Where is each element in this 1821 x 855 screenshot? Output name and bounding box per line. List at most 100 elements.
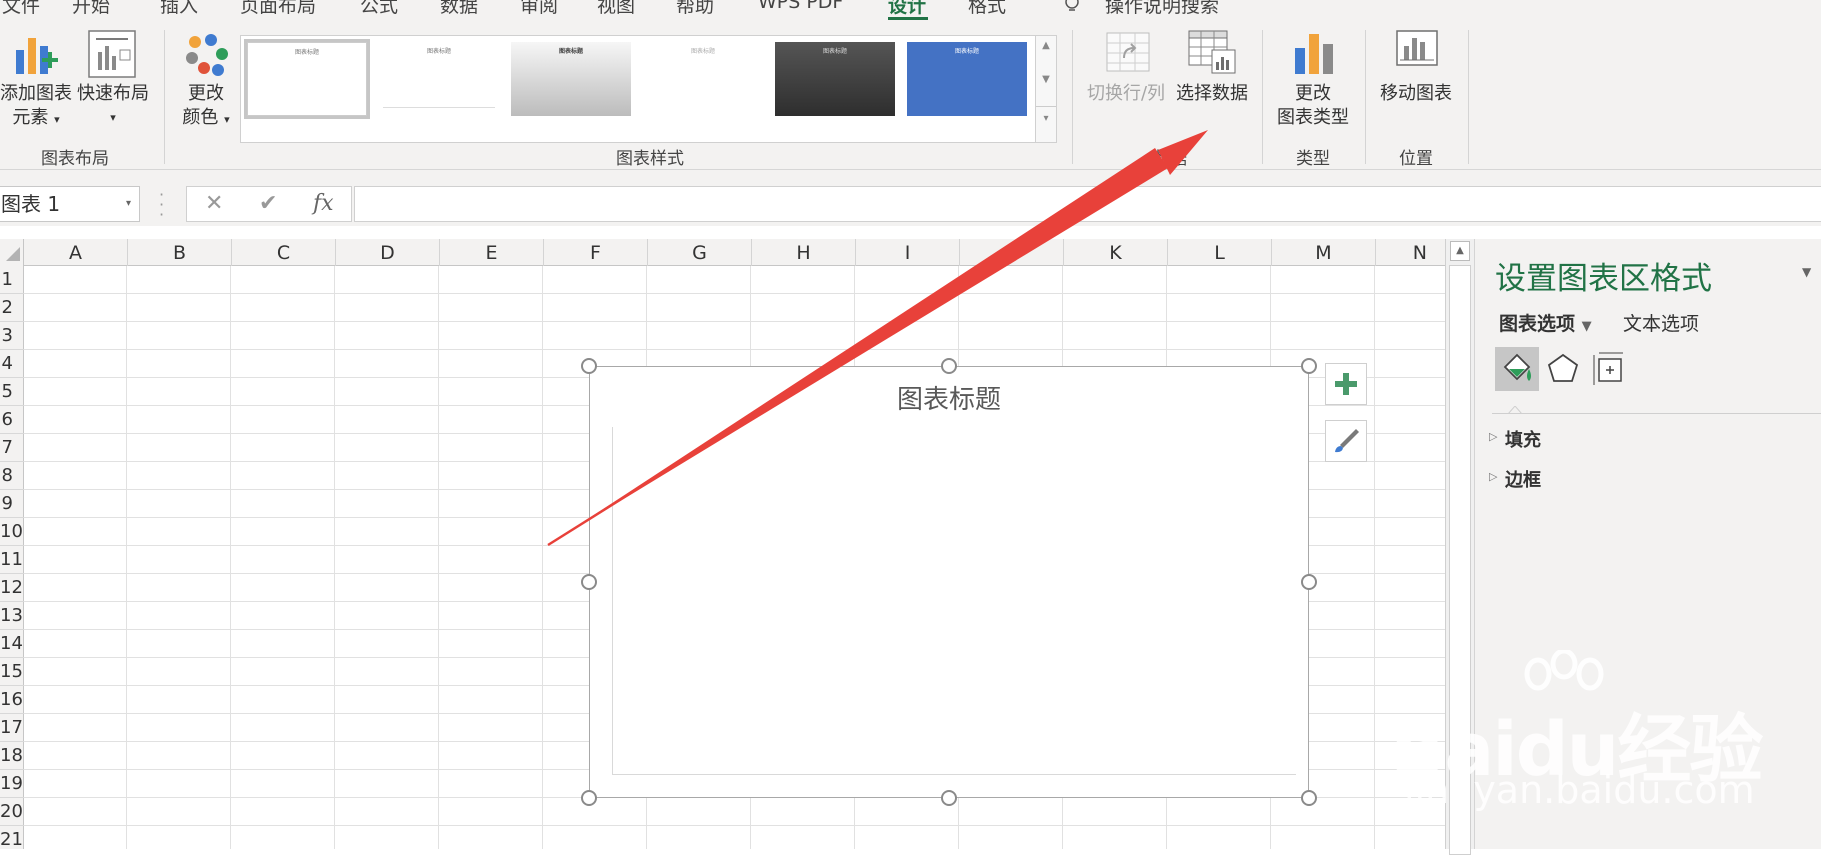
enter-icon[interactable]: ✔ [259,191,277,216]
insert-function-icon[interactable]: fx [313,191,334,216]
column-header-g[interactable]: G [648,239,752,266]
menu-help[interactable]: 帮助 [676,0,714,18]
row-header[interactable]: 3 [0,322,24,350]
change-chart-type-icon [1295,34,1333,74]
gallery-more-icon[interactable]: ▾ [1036,106,1056,124]
resize-handle-bottom-left[interactable] [581,790,597,806]
column-header-b[interactable]: B [128,239,232,266]
row-header[interactable]: 20 [0,798,24,826]
menu-view[interactable]: 视图 [597,0,635,18]
switch-row-column-button[interactable]: 切换行/列 [1082,22,1170,134]
menu-home[interactable]: 开始 [72,0,110,18]
select-data-button[interactable]: 选择数据 [1170,22,1254,134]
section-fill[interactable]: ▷ 填充 [1489,426,1541,452]
move-chart-button[interactable]: 移动图表 [1370,22,1462,134]
scroll-down-icon[interactable]: ▼ [1036,74,1056,85]
cancel-icon[interactable]: ✕ [205,191,223,216]
menu-formulas[interactable]: 公式 [360,0,398,18]
chart-style-6[interactable]: 图表标题 [907,42,1027,116]
row-header[interactable]: 2 [0,294,24,322]
fill-line-tab[interactable] [1495,347,1539,391]
tab-chart-options[interactable]: 图表选项 ▼ [1499,309,1592,336]
section-border[interactable]: ▷ 边框 [1489,466,1541,492]
chart-area[interactable]: 图表标题 [589,366,1309,798]
chart-title[interactable]: 图表标题 [590,379,1308,416]
row-header[interactable]: 17 [0,714,24,742]
row-header[interactable]: 11 [0,546,24,574]
tell-me-search[interactable]: 操作说明搜索 [1105,0,1219,18]
column-header-e[interactable]: E [440,239,544,266]
chart-style-3[interactable]: 图表标题 [511,42,631,116]
change-colors-button[interactable]: 更改 颜色 ▾ [176,22,236,134]
chart-elements-button[interactable] [1325,363,1367,405]
pane-options-chevron-icon[interactable]: ▼ [1802,265,1811,279]
chart-style-2[interactable]: 图表标题 [379,42,499,116]
change-chart-type-button[interactable]: 更改 图表类型 [1268,22,1358,134]
column-header-i[interactable]: I [856,239,960,266]
resize-handle-top[interactable] [941,358,957,374]
resize-handle-bottom[interactable] [941,790,957,806]
size-properties-tab[interactable] [1587,347,1631,391]
chart-style-5[interactable]: 图表标题 [775,42,895,116]
menu-design[interactable]: 设计 [888,0,926,18]
column-header-d[interactable]: D [336,239,440,266]
resize-handle-bottom-right[interactable] [1301,790,1317,806]
effects-tab[interactable] [1541,347,1585,391]
row-header[interactable]: 19 [0,770,24,798]
column-header-k[interactable]: K [1064,239,1168,266]
row-header[interactable]: 9 [0,490,24,518]
row-header[interactable]: 18 [0,742,24,770]
add-chart-element-button[interactable]: 添加图表 元素 ▾ [0,22,74,134]
select-data-label: 选择数据 [1176,83,1248,104]
column-header-h[interactable]: H [752,239,856,266]
menu-format[interactable]: 格式 [968,0,1006,18]
row-header[interactable]: 7 [0,434,24,462]
row-header[interactable]: 8 [0,462,24,490]
scroll-up-icon[interactable]: ▲ [1450,241,1470,261]
formula-bar-grip-icon[interactable]: · · · [159,187,164,223]
name-box[interactable]: 图表 1 ▾ [0,186,140,222]
gallery-scroller[interactable]: ▲ ▼ ▾ [1035,35,1057,143]
row-header[interactable]: 6 [0,406,24,434]
menu-wps-pdf[interactable]: WPS PDF [758,0,843,13]
plot-area[interactable] [612,427,1296,775]
menu-insert[interactable]: 插入 [160,0,198,18]
tab-text-options[interactable]: 文本选项 [1623,309,1699,336]
column-header-l[interactable]: L [1168,239,1272,266]
row-header[interactable]: 4 [0,350,24,378]
menu-page-layout[interactable]: 页面布局 [240,0,316,18]
resize-handle-top-right[interactable] [1301,358,1317,374]
style-thumb-title: 图表标题 [822,48,847,55]
menu-file[interactable]: 文件 [2,0,40,18]
quick-layout-icon [88,30,136,78]
quick-layout-button[interactable]: 快速布局 ▾ [76,22,150,134]
row-header[interactable]: 1 [0,266,24,294]
row-header[interactable]: 5 [0,378,24,406]
menu-data[interactable]: 数据 [440,0,478,18]
resize-handle-top-left[interactable] [581,358,597,374]
chart-style-1[interactable]: 图表标题 [244,39,370,119]
scroll-up-icon[interactable]: ▲ [1036,40,1056,51]
row-header[interactable]: 21 [0,826,24,849]
column-header-c[interactable]: C [232,239,336,266]
chart-style-4[interactable]: 图表标题 [643,42,763,116]
column-header-a[interactable]: A [24,239,128,266]
formula-input[interactable] [354,186,1821,222]
select-all-corner[interactable] [0,239,24,266]
row-header[interactable]: 16 [0,686,24,714]
row-header[interactable]: 14 [0,630,24,658]
menu-review[interactable]: 审阅 [520,0,558,18]
column-header-m[interactable]: M [1272,239,1376,266]
group-label-chart-layouts: 图表布局 [41,149,109,169]
resize-handle-left[interactable] [581,574,597,590]
row-header[interactable]: 15 [0,658,24,686]
chart-styles-button[interactable] [1325,420,1367,462]
chevron-down-icon[interactable]: ▾ [126,187,131,221]
row-header[interactable]: 13 [0,602,24,630]
resize-handle-right[interactable] [1301,574,1317,590]
column-header-j[interactable]: J [960,239,1064,266]
column-header-f[interactable]: F [544,239,648,266]
row-header[interactable]: 12 [0,574,24,602]
row-header[interactable]: 10 [0,518,24,546]
column-header-n[interactable]: N [1376,239,1445,266]
